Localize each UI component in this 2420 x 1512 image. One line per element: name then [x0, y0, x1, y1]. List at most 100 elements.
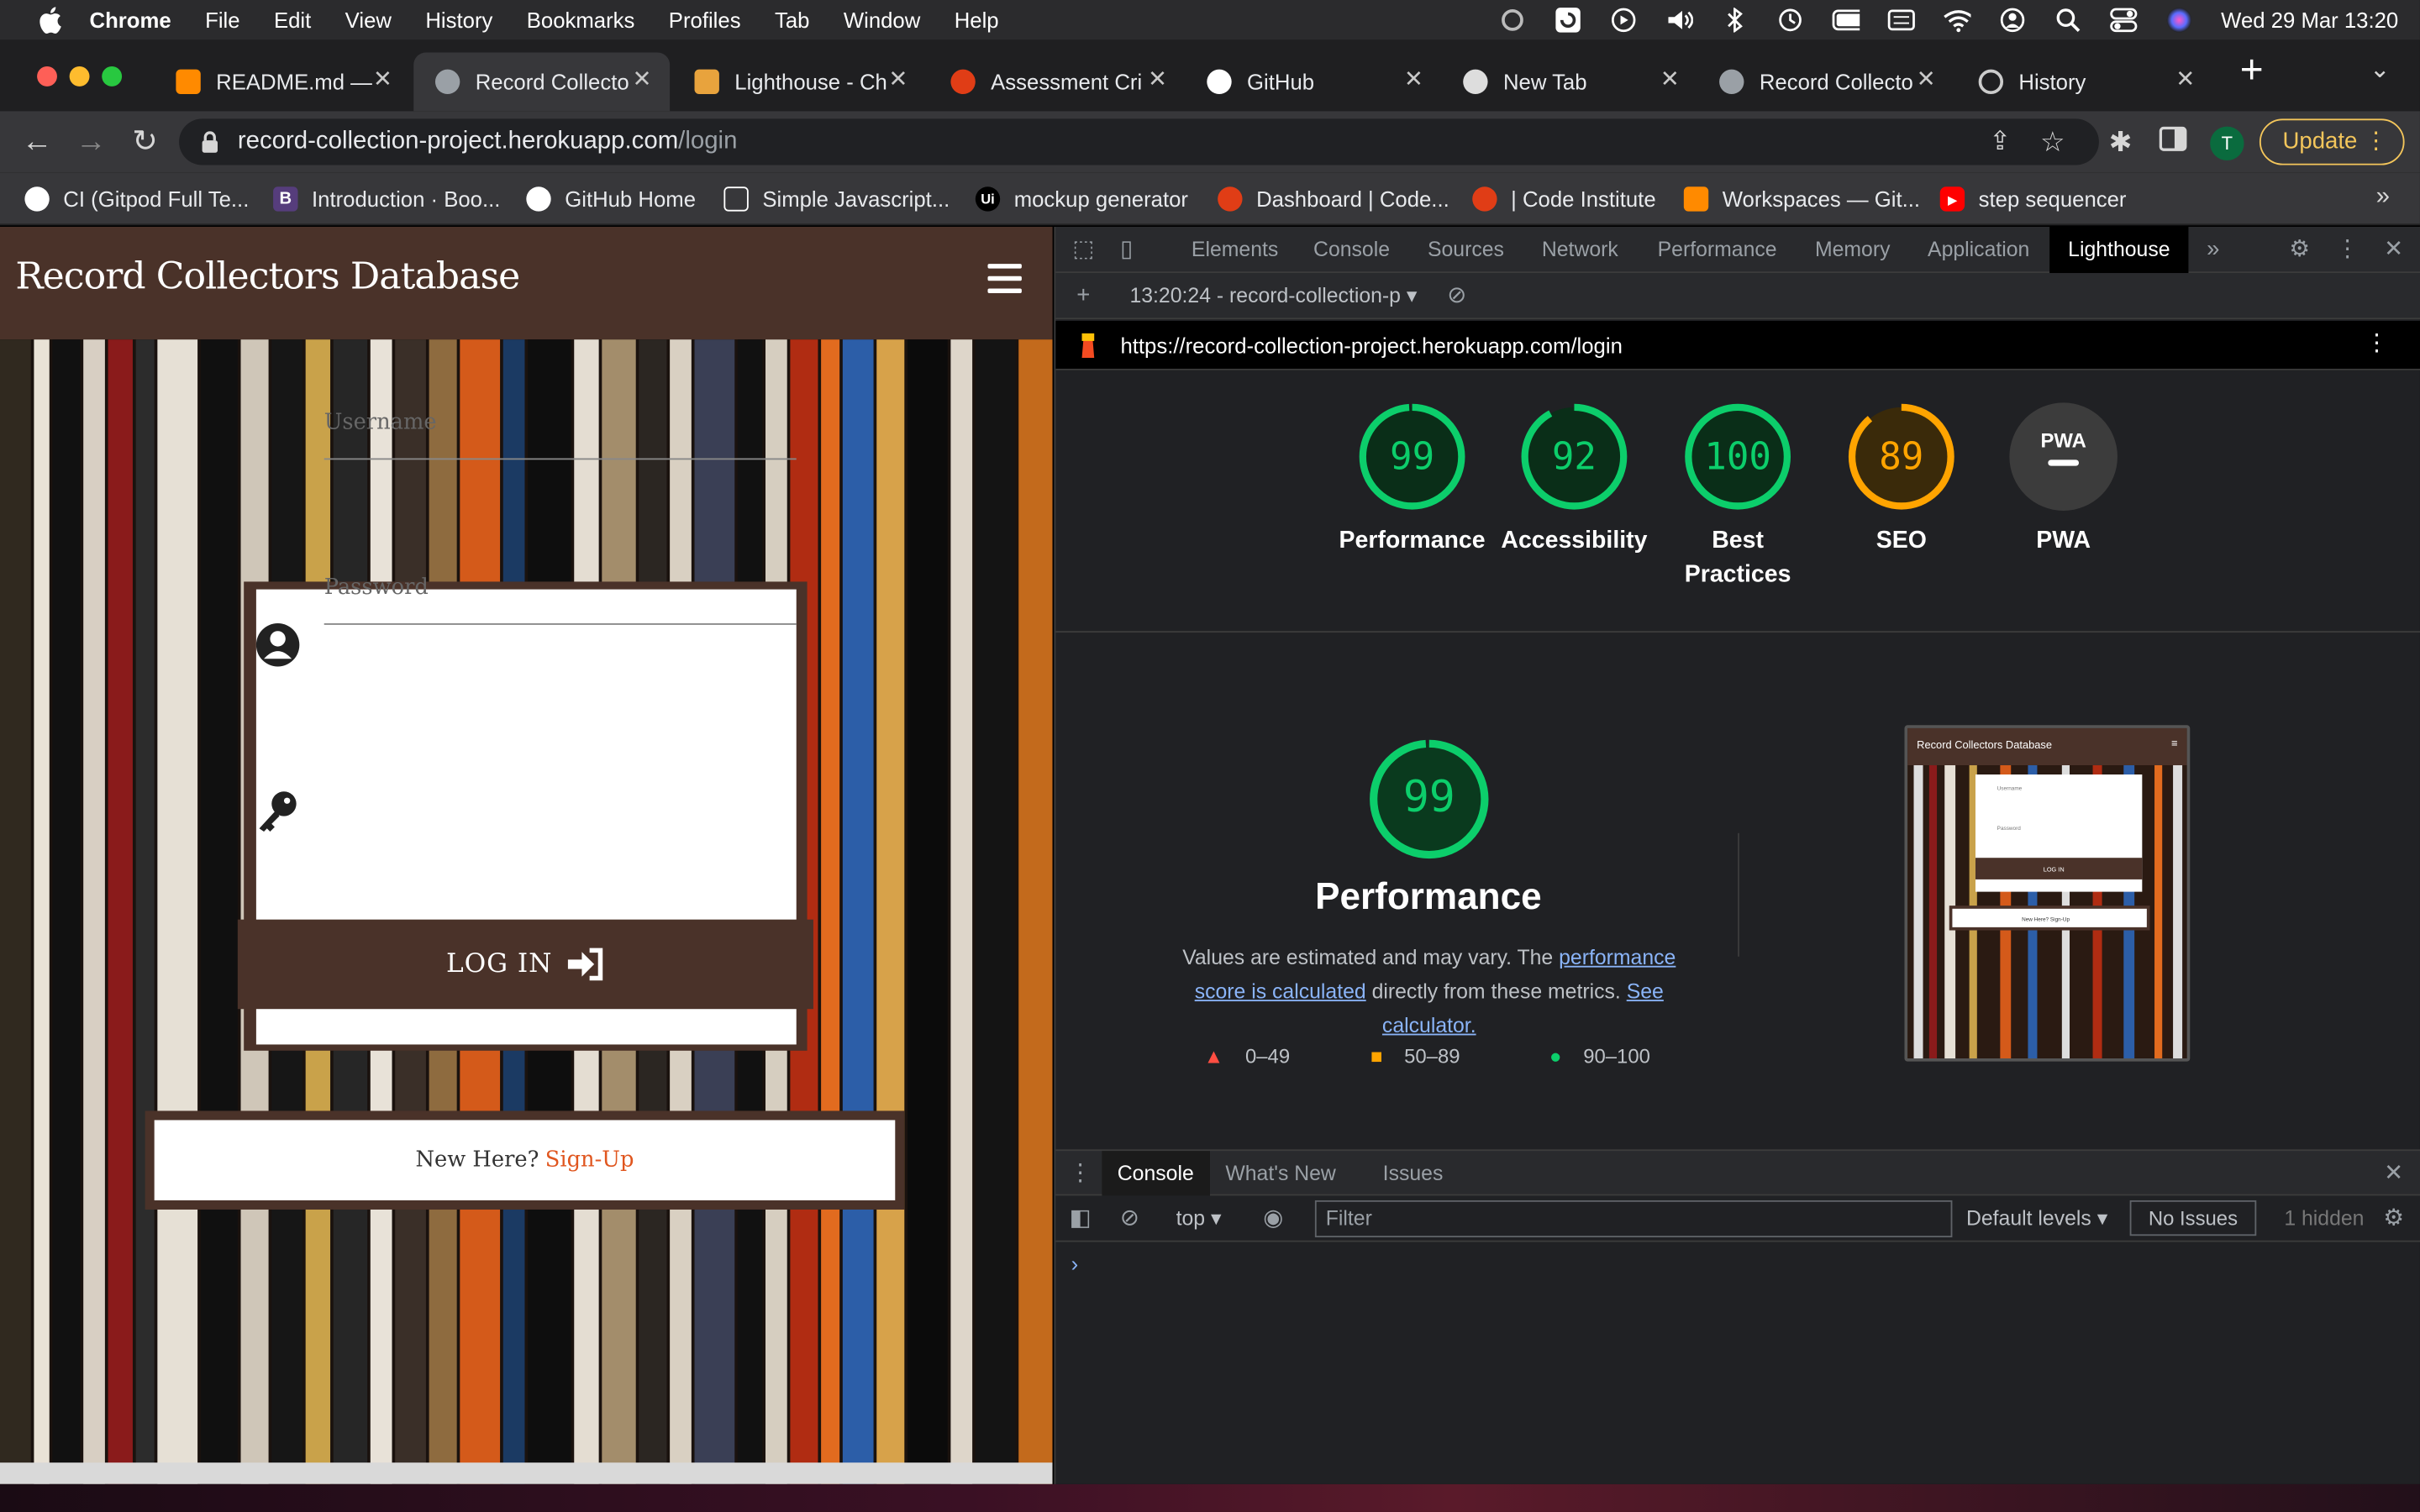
menubar-clock[interactable]: Wed 29 Mar 13:20	[2221, 8, 2398, 32]
drawer-tab-console[interactable]: Console	[1102, 1151, 1210, 1196]
report-selector[interactable]: 13:20:24 - record-collection-p ▾	[1129, 284, 1417, 308]
bookmark-dashboard[interactable]: Dashboard | Code...	[1218, 184, 1449, 215]
control-center-icon[interactable]	[2110, 8, 2138, 33]
tab-lighthouse[interactable]: Lighthouse - Ch ✕	[673, 52, 926, 111]
console-prompt-chevron-icon[interactable]: ›	[1071, 1252, 1079, 1276]
devtools-tab-console[interactable]: Console	[1313, 227, 1390, 273]
close-tab-icon[interactable]: ✕	[1911, 65, 1942, 96]
bookmark-bootstrap[interactable]: B Introduction · Boo...	[273, 184, 500, 215]
bookmark-step-sequencer[interactable]: ▸ step sequencer	[1939, 184, 2126, 215]
tab-search-chevron-icon[interactable]: ⌄	[2361, 52, 2398, 89]
final-screenshot-thumbnail[interactable]: Record Collectors Database ≡ Username Pas…	[1904, 725, 2191, 1062]
close-tab-icon[interactable]: ✕	[367, 65, 398, 96]
bookmark-ci-gitpod[interactable]: CI (Gitpod Full Te...	[24, 184, 249, 215]
menu-file[interactable]: File	[205, 8, 239, 32]
profile-avatar[interactable]: T	[2210, 126, 2244, 161]
side-panel-icon[interactable]	[2154, 123, 2191, 160]
devtools-tab-lighthouse[interactable]: Lighthouse	[2049, 226, 2189, 274]
drawer-menu-icon[interactable]: ⋮	[1068, 1161, 1092, 1186]
score-gauge-best-practices[interactable]: 100 Best Practices	[1653, 402, 1823, 593]
wifi-icon[interactable]	[1944, 9, 1971, 32]
devtools-tab-network[interactable]: Network	[1542, 227, 1618, 273]
siri-icon[interactable]	[2165, 8, 2193, 33]
score-gauge-accessibility[interactable]: 92 Accessibility	[1489, 402, 1659, 559]
console-filter-input[interactable]: Filter	[1314, 1200, 1953, 1238]
menu-app-name[interactable]: Chrome	[90, 8, 171, 32]
battery-icon[interactable]	[1832, 9, 1860, 31]
tab-history[interactable]: History ✕	[1957, 52, 2213, 111]
keyboard-icon[interactable]	[1887, 9, 1916, 31]
device-toolbar-icon[interactable]: ▯	[1114, 237, 1139, 262]
grammarly-icon[interactable]	[1499, 9, 1527, 31]
report-url[interactable]: https://record-collection-project.heroku…	[1120, 333, 1622, 358]
devtools-tab-memory[interactable]: Memory	[1815, 227, 1891, 273]
login-button[interactable]: LOG IN	[237, 919, 813, 1010]
tab-record-collectors-active[interactable]: Record Collecto ✕	[413, 52, 671, 112]
bookmark-workspaces[interactable]: Workspaces — Git...	[1683, 184, 1920, 215]
close-window-button[interactable]	[37, 66, 57, 87]
drawer-tab-issues[interactable]: Issues	[1383, 1151, 1444, 1195]
password-input[interactable]: Password	[324, 557, 797, 625]
clear-console-icon[interactable]: ⊘	[1118, 1205, 1142, 1231]
clear-reports-icon[interactable]: ⊘	[1444, 283, 1469, 308]
hamburger-menu-icon[interactable]	[987, 264, 1022, 295]
menu-bookmarks[interactable]: Bookmarks	[527, 8, 635, 32]
bookmark-code-institute[interactable]: | Code Institute	[1472, 184, 1656, 215]
new-report-plus-icon[interactable]: +	[1071, 283, 1096, 308]
play-icon[interactable]	[1610, 8, 1638, 33]
live-expression-eye-icon[interactable]: ◉	[1261, 1205, 1286, 1231]
tab-record-collectors-2[interactable]: Record Collecto ✕	[1697, 52, 1954, 111]
site-title[interactable]: Record Collectors Database	[15, 255, 520, 297]
close-tab-icon[interactable]: ✕	[2170, 65, 2201, 96]
close-tab-icon[interactable]: ✕	[627, 65, 658, 96]
reload-icon[interactable]: ↻	[127, 123, 164, 160]
more-tabs-chevron-icon[interactable]: »	[2201, 237, 2225, 262]
score-gauge-pwa[interactable]: PWA PWA	[1979, 402, 2149, 559]
new-tab-button[interactable]: +	[2233, 50, 2270, 90]
spotlight-icon[interactable]	[2054, 8, 2082, 33]
close-tab-icon[interactable]: ✕	[1142, 65, 1173, 96]
settings-gear-icon[interactable]: ⚙	[2287, 237, 2312, 262]
menu-tab[interactable]: Tab	[775, 8, 809, 32]
share-icon[interactable]: ⇪	[1981, 123, 2018, 160]
forward-arrow-icon[interactable]: →	[72, 123, 109, 160]
more-bookmarks-chevron-icon[interactable]: »	[2365, 179, 2402, 216]
tab-assessment[interactable]: Assessment Cri ✕	[929, 52, 1186, 111]
log-levels-dropdown[interactable]: Default levels ▾	[1966, 1206, 2107, 1231]
apple-icon[interactable]	[34, 6, 65, 34]
username-input[interactable]: Username	[324, 392, 797, 460]
bluetooth-icon[interactable]	[1721, 8, 1749, 33]
update-button[interactable]: Update ⋮	[2259, 118, 2405, 165]
time-machine-icon[interactable]	[1776, 8, 1804, 32]
close-devtools-icon[interactable]: ✕	[2381, 237, 2406, 262]
score-gauge-seo[interactable]: 89 SEO	[1817, 402, 1986, 559]
bookmark-mockup-generator[interactable]: Ui mockup generator	[975, 184, 1188, 215]
bookmark-star-icon[interactable]: ☆	[2034, 123, 2071, 160]
tab-github[interactable]: GitHub ✕	[1186, 52, 1442, 111]
menu-history[interactable]: History	[425, 8, 492, 32]
console-settings-gear-icon[interactable]: ⚙	[2381, 1205, 2406, 1231]
menu-profiles[interactable]: Profiles	[669, 8, 741, 32]
screen-recorder-icon[interactable]	[1555, 8, 1582, 33]
close-tab-icon[interactable]: ✕	[1655, 65, 1686, 96]
volume-icon[interactable]	[1665, 9, 1694, 31]
tab-readme[interactable]: README.md — ✕	[155, 52, 411, 111]
close-tab-icon[interactable]: ✕	[1398, 65, 1429, 96]
devtools-tab-elements[interactable]: Elements	[1192, 227, 1278, 273]
console-sidebar-icon[interactable]: ◧	[1068, 1205, 1092, 1231]
bookmark-github-home[interactable]: GitHub Home	[526, 184, 696, 215]
extensions-puzzle-icon[interactable]: ✱	[2102, 123, 2139, 160]
tab-new-tab[interactable]: New Tab ✕	[1441, 52, 1697, 111]
issues-button[interactable]: No Issues	[2129, 1200, 2257, 1236]
menu-help[interactable]: Help	[955, 8, 999, 32]
signup-link[interactable]: Sign-Up	[545, 1148, 634, 1173]
report-menu-icon[interactable]: ⋮	[2365, 331, 2389, 356]
score-gauge-performance[interactable]: 99 Performance	[1328, 402, 1497, 559]
inspect-element-icon[interactable]: ⬚	[1071, 237, 1096, 262]
devtools-tab-sources[interactable]: Sources	[1428, 227, 1504, 273]
menu-view[interactable]: View	[345, 8, 392, 32]
user-icon[interactable]	[1999, 8, 2027, 33]
close-drawer-icon[interactable]: ✕	[2381, 1161, 2406, 1186]
devtools-menu-icon[interactable]: ⋮	[2335, 237, 2360, 262]
bookmark-simple-javascript[interactable]: Simple Javascript...	[723, 184, 950, 215]
